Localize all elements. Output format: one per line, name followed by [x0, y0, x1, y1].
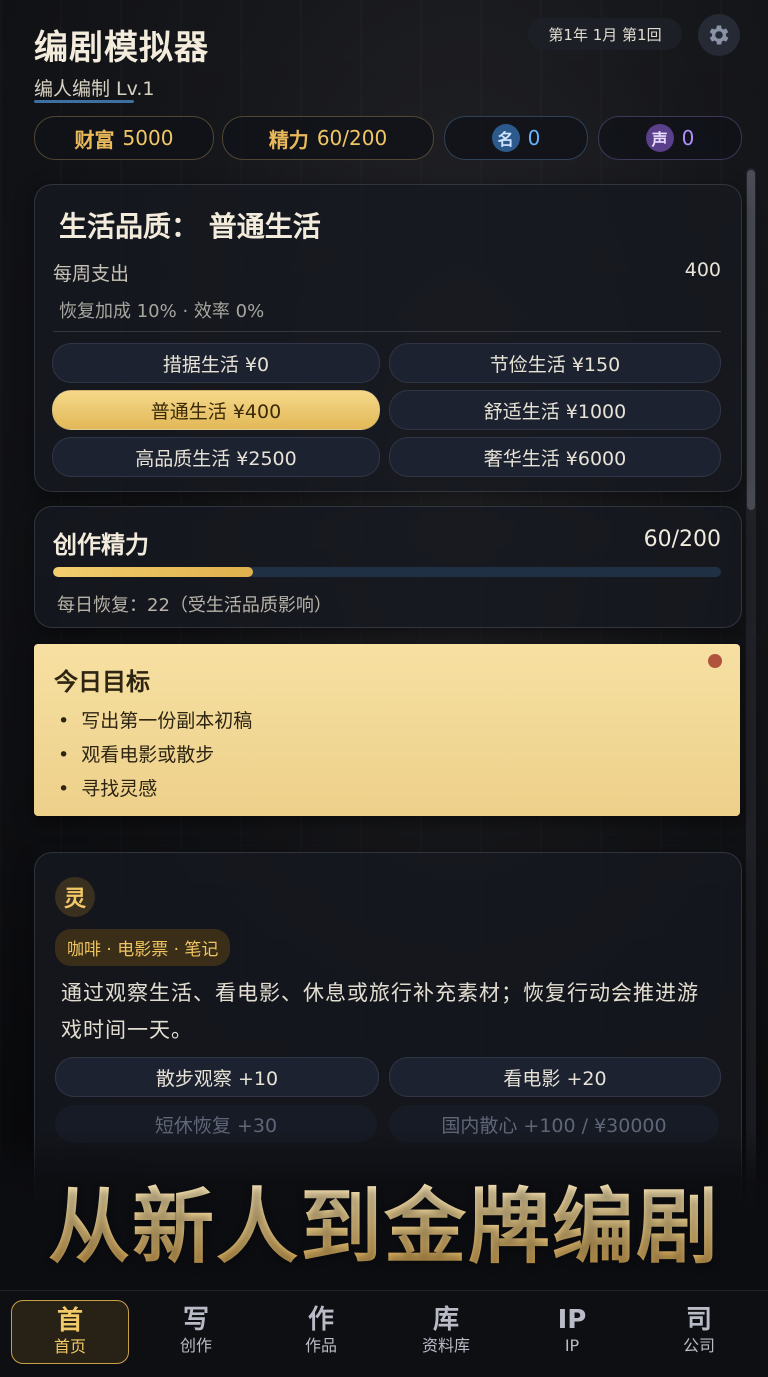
rank-underline: [34, 100, 134, 103]
stat-fame: 名 0: [444, 116, 588, 160]
rank-label: 编人编制 Lv.1: [34, 78, 155, 100]
library-icon: 库: [432, 1305, 459, 1335]
nav-library[interactable]: 库 资料库: [388, 1300, 504, 1362]
settings-button[interactable]: [698, 14, 740, 56]
nav-create-label: 创作: [179, 1336, 212, 1355]
life-option-0[interactable]: 措据生活 ¥0: [52, 343, 380, 383]
nav-home[interactable]: 首 首页: [11, 1300, 129, 1364]
energy-progress-fill: [53, 567, 254, 577]
goal-item: • 寻找灵感: [58, 778, 158, 800]
energy-recover-text: 每日恢复：22（受生活品质影响）: [57, 595, 332, 616]
goal-item: • 观看电影或散步: [58, 744, 215, 766]
goal-item-text: 写出第一份副本初稿: [81, 710, 253, 732]
today-goals-title: 今日目标: [54, 668, 150, 696]
life-quality-title: 生活品质： 普通生活: [59, 210, 321, 243]
pin-dot: [708, 654, 722, 668]
life-bonus-text: 恢复加成 10% · 效率 0%: [59, 301, 265, 322]
divider: [53, 331, 721, 332]
nav-company[interactable]: 司 公司: [641, 1300, 757, 1362]
nav-home-label: 首页: [53, 1337, 86, 1356]
nav-ip-label: IP: [564, 1336, 580, 1355]
stat-energy: 精力 60/200: [222, 116, 434, 160]
home-icon: 首: [56, 1306, 83, 1336]
goal-item-text: 观看电影或散步: [81, 744, 215, 766]
nav-works-label: 作品: [304, 1336, 337, 1355]
stat-voice-value: 0: [681, 126, 695, 150]
date-badge: 第1年 1月 第1回: [528, 18, 682, 50]
goal-item: • 写出第一份副本初稿: [58, 710, 253, 732]
works-icon: 作: [307, 1305, 334, 1335]
date-text: 第1年 1月 第1回: [548, 25, 662, 44]
nav-ip[interactable]: IP IP: [514, 1300, 630, 1362]
goal-item-text: 寻找灵感: [81, 778, 158, 800]
stat-wealth-tag: 财富: [74, 127, 115, 152]
stat-wealth: 财富 5000: [34, 116, 214, 160]
life-option-2-selected[interactable]: 普通生活 ¥400: [52, 390, 380, 430]
inspiration-description: 通过观察生活、看电影、休息或旅行补充素材；恢复行动会推进游戏时间一天。: [61, 981, 699, 1042]
stat-wealth-value: 5000: [122, 126, 174, 150]
energy-card: 创作精力 60/200 每日恢复：22（受生活品质影响）: [34, 506, 742, 628]
app-title: 编剧模拟器: [34, 28, 209, 68]
today-goals-card: 今日目标 • 写出第一份副本初稿 • 观看电影或散步 • 寻找灵感: [34, 644, 740, 816]
voice-icon: 声: [645, 124, 674, 152]
walk-observe-button[interactable]: 散步观察 +10: [55, 1057, 379, 1097]
watch-movie-button[interactable]: 看电影 +20: [389, 1057, 721, 1097]
life-option-3[interactable]: 舒适生活 ¥1000: [389, 390, 721, 430]
energy-progress-bar: [53, 567, 721, 577]
scrollbar-track[interactable]: [746, 168, 756, 1278]
life-quality-card: 生活品质： 普通生活 每周支出 400 恢复加成 10% · 效率 0% 措据生…: [34, 184, 742, 492]
nav-library-label: 资料库: [421, 1336, 470, 1355]
company-icon: 司: [685, 1305, 712, 1335]
stat-energy-value: 60/200: [316, 126, 388, 150]
stat-voice: 声 0: [598, 116, 742, 160]
scrollbar-thumb[interactable]: [747, 170, 755, 510]
energy-value: 60/200: [643, 527, 721, 552]
stat-fame-value: 0: [527, 126, 541, 150]
nav-create[interactable]: 写 创作: [138, 1300, 254, 1362]
nav-company-label: 公司: [682, 1336, 715, 1355]
create-icon: 写: [182, 1305, 209, 1335]
inspiration-icon: 灵: [55, 877, 95, 917]
weekly-expense-value: 400: [684, 259, 721, 281]
promo-banner: 从新人到金牌编剧: [0, 1160, 768, 1279]
weekly-expense-label: 每周支出: [53, 263, 130, 285]
fame-icon: 名: [491, 124, 520, 152]
energy-title: 创作精力: [53, 531, 149, 559]
life-option-4[interactable]: 高品质生活 ¥2500: [52, 437, 380, 477]
life-option-5[interactable]: 奢华生活 ¥6000: [389, 437, 721, 477]
gear-icon: [709, 25, 729, 45]
nav-works[interactable]: 作 作品: [263, 1300, 379, 1362]
inspiration-chips: 咖啡 · 电影票 · 笔记: [55, 929, 231, 966]
life-option-1[interactable]: 节俭生活 ¥150: [389, 343, 721, 383]
stat-energy-tag: 精力: [268, 127, 309, 152]
ip-icon: IP: [557, 1305, 587, 1335]
